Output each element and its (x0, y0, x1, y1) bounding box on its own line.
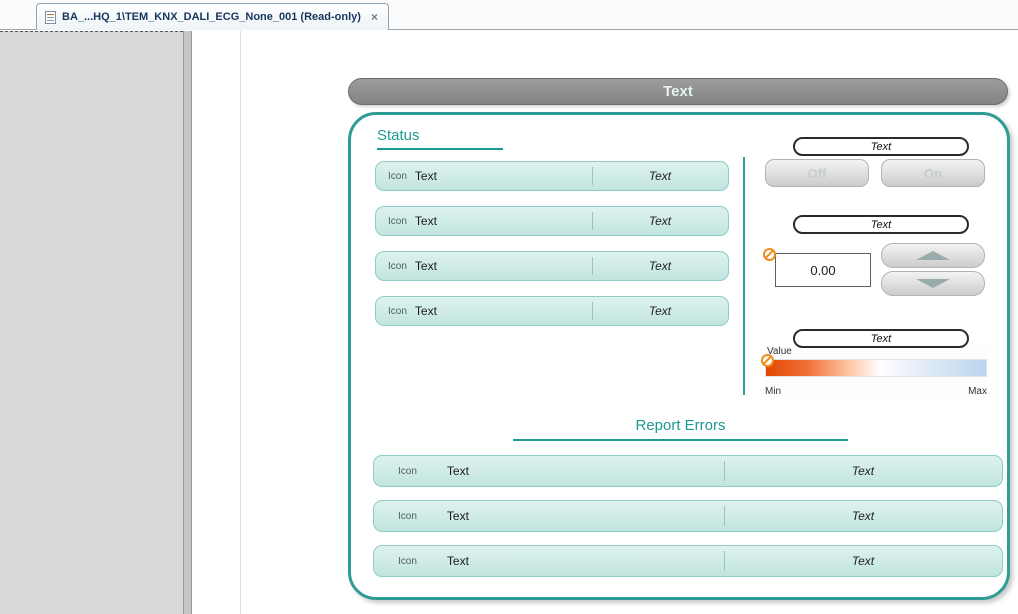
error-label: Text (447, 554, 469, 568)
no-entry-icon (761, 354, 774, 367)
tab-title: BA_...HQ_1\TEM_KNX_DALI_ECG_None_001 (Re… (62, 11, 361, 23)
up-arrow-icon (916, 251, 950, 260)
spinner-label-pill: Text (793, 215, 969, 234)
status-label: Text (415, 214, 437, 228)
error-row[interactable]: Icon Text Text (373, 500, 1003, 532)
status-label: Text (415, 169, 437, 183)
gradient-max-label: Max (968, 386, 987, 397)
document-icon (45, 11, 56, 24)
panel-splitter[interactable] (183, 31, 192, 614)
status-icon-placeholder: Icon (388, 261, 407, 272)
spin-up-button[interactable] (881, 243, 985, 268)
no-entry-icon (763, 248, 776, 261)
error-icon-placeholder: Icon (398, 466, 417, 477)
status-row[interactable]: Icon Text Text (375, 161, 729, 191)
off-button[interactable]: Off (765, 159, 869, 187)
error-value: Text (724, 554, 1002, 568)
left-panel (0, 31, 183, 614)
report-errors-underline (513, 439, 848, 441)
document-tab[interactable]: BA_...HQ_1\TEM_KNX_DALI_ECG_None_001 (Re… (36, 3, 389, 30)
error-label: Text (447, 509, 469, 523)
spin-down-button[interactable] (881, 271, 985, 296)
switch-label-pill: Text (793, 137, 969, 156)
status-heading-underline (377, 148, 503, 150)
status-row[interactable]: Icon Text Text (375, 251, 729, 281)
status-value: Text (592, 169, 728, 183)
status-row[interactable]: Icon Text Text (375, 206, 729, 236)
status-icon-placeholder: Icon (388, 306, 407, 317)
status-value: Text (592, 259, 728, 273)
on-button[interactable]: On (881, 159, 985, 187)
error-icon-placeholder: Icon (398, 556, 417, 567)
gradient-min-label: Min (765, 386, 781, 397)
vertical-separator (743, 157, 745, 395)
status-icon-placeholder: Icon (388, 171, 407, 182)
error-value: Text (724, 509, 1002, 523)
error-row[interactable]: Icon Text Text (373, 455, 1003, 487)
tab-close-icon[interactable]: × (371, 10, 378, 24)
canvas-margin-line (240, 31, 241, 614)
template-title: Text (663, 83, 693, 100)
status-value: Text (592, 214, 728, 228)
status-label: Text (415, 259, 437, 273)
template-header: Text (348, 78, 1008, 105)
down-arrow-icon (916, 279, 950, 288)
gradient-bar (765, 359, 987, 377)
error-value: Text (724, 464, 1002, 478)
report-errors-heading: Report Errors (513, 417, 848, 434)
status-heading: Status (377, 127, 420, 144)
error-icon-placeholder: Icon (398, 511, 417, 522)
status-label: Text (415, 304, 437, 318)
status-icon-placeholder: Icon (388, 216, 407, 227)
gradient-display: Value Min Max (763, 346, 989, 398)
template-panel: Status Icon Text Text Icon Text Text Ico… (348, 112, 1010, 600)
error-label: Text (447, 464, 469, 478)
spinner-value-field[interactable]: 0.00 (775, 253, 871, 287)
error-row[interactable]: Icon Text Text (373, 545, 1003, 577)
gradient-label-pill: Text (793, 329, 969, 348)
status-row[interactable]: Icon Text Text (375, 296, 729, 326)
tab-bar: BA_...HQ_1\TEM_KNX_DALI_ECG_None_001 (Re… (0, 0, 1018, 30)
status-value: Text (592, 304, 728, 318)
